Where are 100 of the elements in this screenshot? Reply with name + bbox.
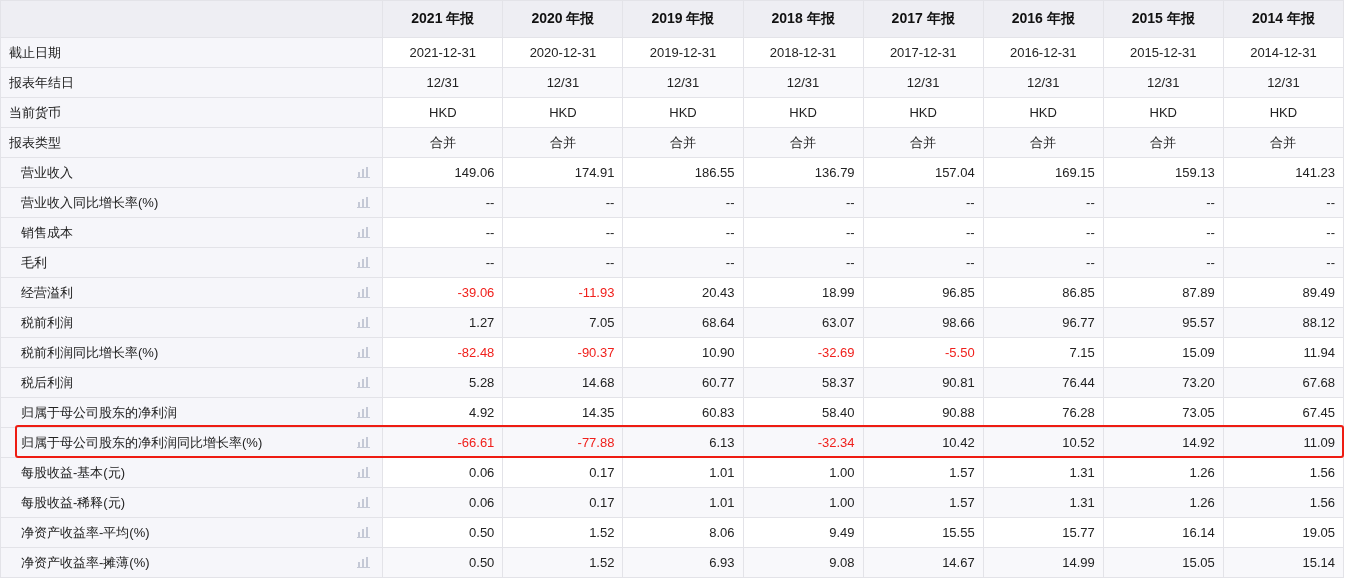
table-cell: 159.13 xyxy=(1103,157,1224,188)
table-cell: 2015-12-31 xyxy=(1103,37,1224,68)
table-cell: -- xyxy=(1223,217,1344,248)
table-cell: -- xyxy=(382,247,503,278)
table-cell: HKD xyxy=(622,97,743,128)
row-label: 每股收益-基本(元) xyxy=(20,463,125,482)
table-cell: -- xyxy=(743,217,864,248)
bar-chart-icon[interactable] xyxy=(357,287,371,298)
table-cell: -- xyxy=(502,187,623,218)
table-cell: -39.06 xyxy=(382,277,503,308)
table-cell: 5.28 xyxy=(382,367,503,398)
table-cell: 7.05 xyxy=(502,307,623,338)
table-cell: 1.31 xyxy=(983,457,1104,488)
table-cell: -- xyxy=(983,247,1104,278)
bar-chart-icon[interactable] xyxy=(357,257,371,268)
table-cell: 合并 xyxy=(1103,127,1224,158)
table-cell: 98.66 xyxy=(863,307,984,338)
table-cell: 96.85 xyxy=(863,277,984,308)
table-cell: -- xyxy=(622,187,743,218)
bar-chart-icon[interactable] xyxy=(357,467,371,478)
table-cell: 12/31 xyxy=(382,67,503,98)
table-cell: 6.93 xyxy=(622,547,743,578)
table-cell: -- xyxy=(1103,217,1224,248)
table-cell: 68.64 xyxy=(622,307,743,338)
table-cell: 15.55 xyxy=(863,517,984,548)
table-cell: 合并 xyxy=(743,127,864,158)
table-cell: 16.14 xyxy=(1103,517,1224,548)
table-cell: HKD xyxy=(382,97,503,128)
table-cell: -82.48 xyxy=(382,337,503,368)
table-cell: -- xyxy=(1223,247,1344,278)
table-cell: -- xyxy=(983,217,1104,248)
bar-chart-icon[interactable] xyxy=(357,317,371,328)
table-cell: 18.99 xyxy=(743,277,864,308)
table-cell: 14.68 xyxy=(502,367,623,398)
row-label: 税前利润同比增长率(%) xyxy=(20,343,159,362)
table-cell: -32.34 xyxy=(743,427,864,458)
bar-chart-icon[interactable] xyxy=(357,437,371,448)
column-header: 2015 年报 xyxy=(1103,0,1224,38)
table-cell: 76.44 xyxy=(983,367,1104,398)
bar-chart-icon[interactable] xyxy=(357,197,371,208)
bar-chart-icon[interactable] xyxy=(357,497,371,508)
table-cell: 14.67 xyxy=(863,547,984,578)
table-cell: 157.04 xyxy=(863,157,984,188)
bar-chart-icon[interactable] xyxy=(357,557,371,568)
table-cell: 12/31 xyxy=(502,67,623,98)
table-cell: 96.77 xyxy=(983,307,1104,338)
table-cell: 7.15 xyxy=(983,337,1104,368)
column-header: 2021 年报 xyxy=(382,0,503,38)
table-cell: -- xyxy=(1103,247,1224,278)
row-label: 净资产收益率-平均(%) xyxy=(20,523,150,542)
row-label: 营业收入同比增长率(%) xyxy=(20,193,159,212)
row-label: 归属于母公司股东的净利润同比增长率(%) xyxy=(20,433,263,452)
table-cell: 14.99 xyxy=(983,547,1104,578)
table-cell: 12/31 xyxy=(1103,67,1224,98)
table-cell: -- xyxy=(1103,187,1224,218)
row-label: 归属于母公司股东的净利润 xyxy=(20,403,177,422)
table-cell: 10.52 xyxy=(983,427,1104,458)
bar-chart-icon[interactable] xyxy=(357,227,371,238)
column-header: 2020 年报 xyxy=(502,0,623,38)
table-cell: 9.08 xyxy=(743,547,864,578)
table-cell: 1.57 xyxy=(863,457,984,488)
row-label: 报表类型 xyxy=(9,133,61,152)
table-cell: 11.94 xyxy=(1223,337,1344,368)
table-cell: 11.09 xyxy=(1223,427,1344,458)
table-cell: 2018-12-31 xyxy=(743,37,864,68)
bar-chart-icon[interactable] xyxy=(357,407,371,418)
table-cell: 14.92 xyxy=(1103,427,1224,458)
table-cell: -66.61 xyxy=(382,427,503,458)
table-cell: 1.27 xyxy=(382,307,503,338)
bar-chart-icon[interactable] xyxy=(357,347,371,358)
table-cell: 合并 xyxy=(382,127,503,158)
bar-chart-icon[interactable] xyxy=(357,167,371,178)
table-cell: HKD xyxy=(502,97,623,128)
table-cell: -77.88 xyxy=(502,427,623,458)
bar-chart-icon[interactable] xyxy=(357,527,371,538)
table-cell: 60.77 xyxy=(622,367,743,398)
table-cell: -90.37 xyxy=(502,337,623,368)
table-cell: 63.07 xyxy=(743,307,864,338)
column-header: 2014 年报 xyxy=(1223,0,1344,38)
table-cell: 10.42 xyxy=(863,427,984,458)
table-cell: 合并 xyxy=(1223,127,1344,158)
table-cell: HKD xyxy=(863,97,984,128)
table-cell: 1.31 xyxy=(983,487,1104,518)
table-cell: 6.13 xyxy=(622,427,743,458)
bar-chart-icon[interactable] xyxy=(357,377,371,388)
table-cell: 0.06 xyxy=(382,457,503,488)
row-label: 每股收益-稀释(元) xyxy=(20,493,125,512)
table-cell: 2014-12-31 xyxy=(1223,37,1344,68)
table-cell: 20.43 xyxy=(622,277,743,308)
table-cell: 186.55 xyxy=(622,157,743,188)
row-label: 销售成本 xyxy=(20,223,73,242)
table-cell: 12/31 xyxy=(983,67,1104,98)
table-cell: -- xyxy=(382,187,503,218)
row-label: 毛利 xyxy=(20,253,47,272)
table-cell: HKD xyxy=(983,97,1104,128)
table-cell: -32.69 xyxy=(743,337,864,368)
table-cell: -5.50 xyxy=(863,337,984,368)
column-header: 2016 年报 xyxy=(983,0,1104,38)
row-label: 税后利润 xyxy=(20,373,73,392)
table-cell: -- xyxy=(502,217,623,248)
